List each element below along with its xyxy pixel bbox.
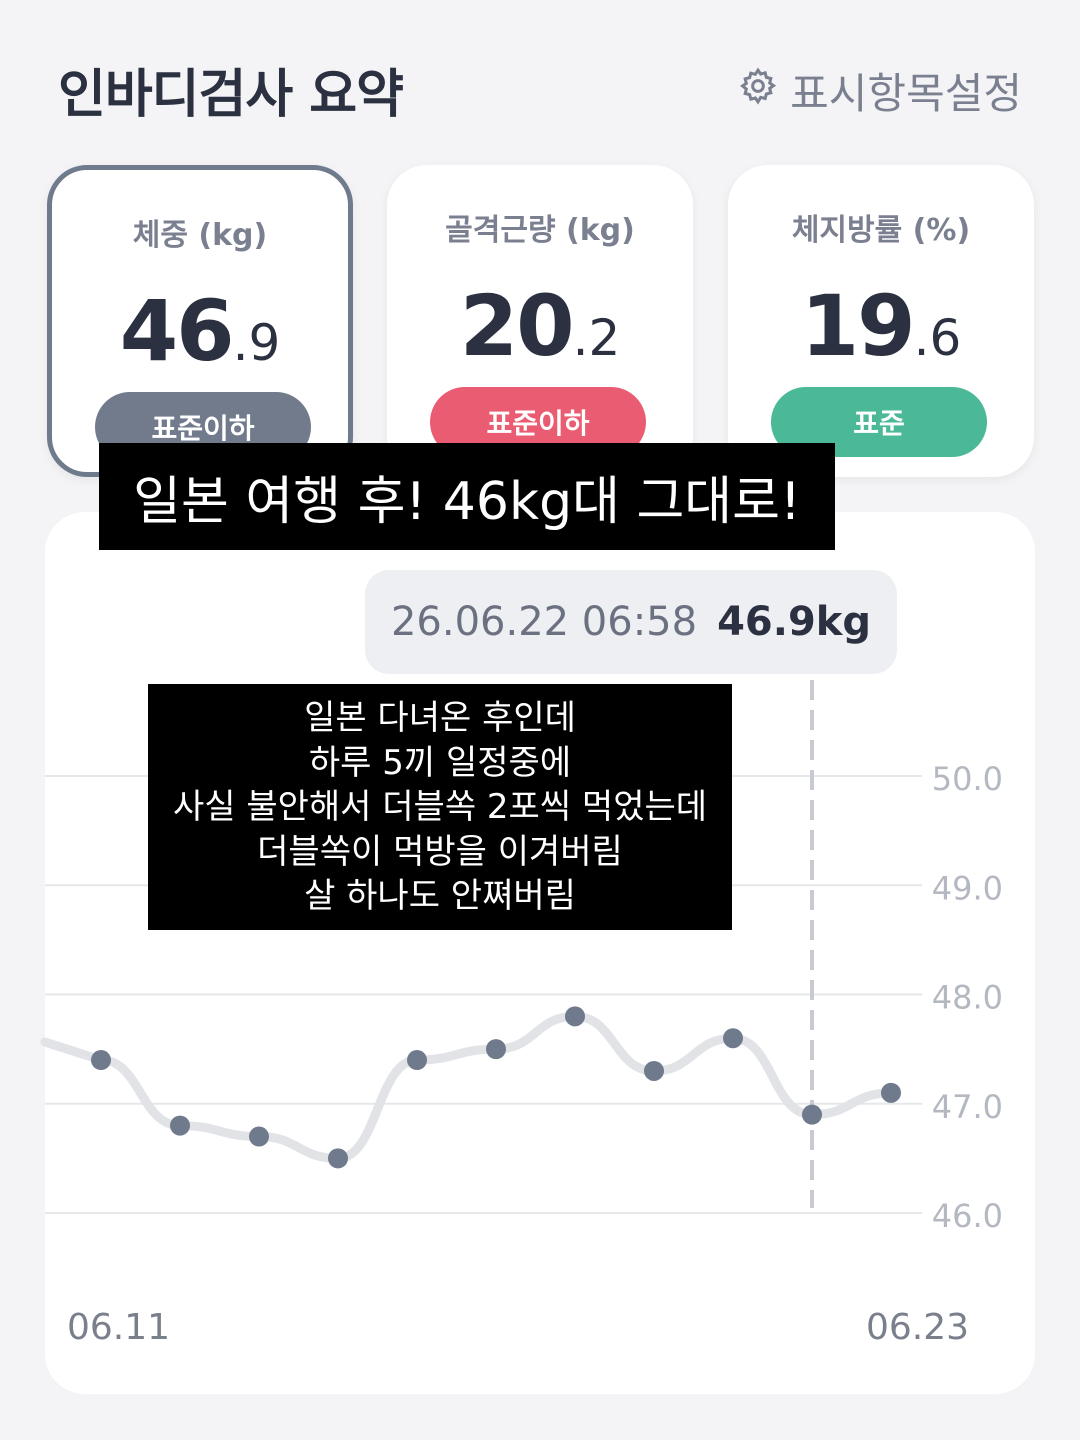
data-point <box>486 1039 506 1060</box>
data-point <box>91 1050 111 1071</box>
memo-line: 하루 5끼 일정중에 <box>308 742 572 783</box>
memo-overlay: 일본 다녀온 후인데 하루 5끼 일정중에 사실 불안해서 더블쏙 2포씩 먹었는데… <box>148 684 732 930</box>
caption-overlay: 일본 여행 후! 46kg대 그대로! <box>99 443 835 550</box>
y-tick-label: 48.0 <box>932 979 1003 1017</box>
series-line <box>40 1011 896 1163</box>
y-tick-label: 50.0 <box>932 760 1003 798</box>
data-point <box>723 1028 743 1049</box>
data-point <box>565 1006 585 1027</box>
data-point <box>328 1148 348 1169</box>
data-point <box>802 1104 822 1125</box>
data-point <box>249 1126 269 1147</box>
data-point <box>881 1082 901 1103</box>
memo-line: 더블쏙이 먹방을 이겨버림 <box>257 831 623 872</box>
memo-line: 일본 다녀온 후인데 <box>304 698 576 738</box>
x-start-label: 06.11 <box>67 1307 170 1348</box>
data-point <box>644 1060 664 1081</box>
x-end-label: 06.23 <box>866 1307 969 1348</box>
data-point <box>170 1115 190 1136</box>
memo-line: 살 하나도 안쪄버림 <box>304 876 576 916</box>
data-point <box>407 1050 427 1071</box>
y-tick-label: 49.0 <box>932 869 1003 907</box>
memo-line: 사실 불안해서 더블쏙 2포씩 먹었는데 <box>172 787 708 827</box>
y-tick-label: 47.0 <box>932 1088 1003 1126</box>
y-tick-label: 46.0 <box>932 1197 1003 1235</box>
